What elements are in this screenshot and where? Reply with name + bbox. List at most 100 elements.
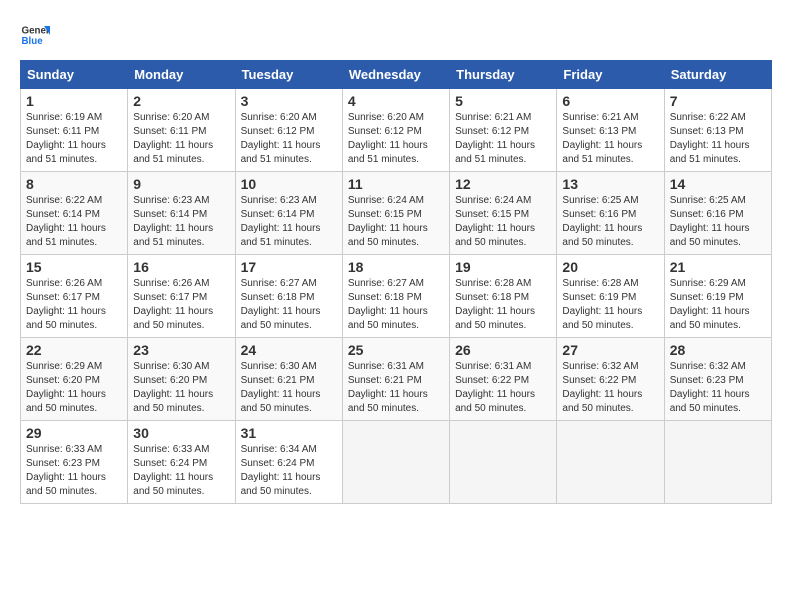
day-number: 31 bbox=[241, 425, 337, 441]
day-info: Sunrise: 6:22 AMSunset: 6:13 PMDaylight:… bbox=[670, 111, 766, 167]
day-info: Sunrise: 6:23 AMSunset: 6:14 PMDaylight:… bbox=[133, 194, 229, 250]
weekday-header-monday: Monday bbox=[128, 61, 235, 89]
day-info: Sunrise: 6:21 AMSunset: 6:13 PMDaylight:… bbox=[562, 111, 658, 167]
day-info: Sunrise: 6:27 AMSunset: 6:18 PMDaylight:… bbox=[241, 277, 337, 333]
day-info: Sunrise: 6:32 AMSunset: 6:22 PMDaylight:… bbox=[562, 360, 658, 416]
calendar-row-2: 8 Sunrise: 6:22 AMSunset: 6:14 PMDaylight… bbox=[21, 172, 772, 255]
day-info: Sunrise: 6:29 AMSunset: 6:19 PMDaylight:… bbox=[670, 277, 766, 333]
day-number: 4 bbox=[348, 93, 444, 109]
day-number: 23 bbox=[133, 342, 229, 358]
calendar-cell: 1 Sunrise: 6:19 AMSunset: 6:11 PMDaylight… bbox=[21, 89, 128, 172]
calendar-cell: 20Sunrise: 6:28 AMSunset: 6:19 PMDayligh… bbox=[557, 255, 664, 338]
day-number: 7 bbox=[670, 93, 766, 109]
calendar-row-4: 22 Sunrise: 6:29 AMSunset: 6:20 PMDayligh… bbox=[21, 338, 772, 421]
calendar-cell: 6Sunrise: 6:21 AMSunset: 6:13 PMDaylight… bbox=[557, 89, 664, 172]
calendar-cell: 10 Sunrise: 6:23 AMSunset: 6:14 PMDayligh… bbox=[235, 172, 342, 255]
calendar-cell: 15 Sunrise: 6:26 AMSunset: 6:17 PMDayligh… bbox=[21, 255, 128, 338]
day-info: Sunrise: 6:29 AMSunset: 6:20 PMDaylight:… bbox=[26, 360, 122, 416]
day-number: 11 bbox=[348, 176, 444, 192]
calendar-cell bbox=[664, 421, 771, 504]
calendar-cell: 16 Sunrise: 6:26 AMSunset: 6:17 PMDayligh… bbox=[128, 255, 235, 338]
calendar-cell: 3 Sunrise: 6:20 AMSunset: 6:12 PMDaylight… bbox=[235, 89, 342, 172]
weekday-header-sunday: Sunday bbox=[21, 61, 128, 89]
day-number: 19 bbox=[455, 259, 551, 275]
calendar-cell: 8 Sunrise: 6:22 AMSunset: 6:14 PMDaylight… bbox=[21, 172, 128, 255]
logo-icon: General Blue bbox=[20, 20, 50, 50]
day-info: Sunrise: 6:24 AMSunset: 6:15 PMDaylight:… bbox=[455, 194, 551, 250]
calendar-cell: 12 Sunrise: 6:24 AMSunset: 6:15 PMDayligh… bbox=[450, 172, 557, 255]
logo: General Blue bbox=[20, 20, 50, 50]
day-number: 17 bbox=[241, 259, 337, 275]
day-info: Sunrise: 6:26 AMSunset: 6:17 PMDaylight:… bbox=[133, 277, 229, 333]
calendar-cell bbox=[342, 421, 449, 504]
day-number: 5 bbox=[455, 93, 551, 109]
calendar-cell: 31Sunrise: 6:34 AMSunset: 6:24 PMDayligh… bbox=[235, 421, 342, 504]
day-info: Sunrise: 6:27 AMSunset: 6:18 PMDaylight:… bbox=[348, 277, 444, 333]
day-number: 28 bbox=[670, 342, 766, 358]
calendar-cell: 17 Sunrise: 6:27 AMSunset: 6:18 PMDayligh… bbox=[235, 255, 342, 338]
day-number: 2 bbox=[133, 93, 229, 109]
day-number: 12 bbox=[455, 176, 551, 192]
day-number: 24 bbox=[241, 342, 337, 358]
day-info: Sunrise: 6:23 AMSunset: 6:14 PMDaylight:… bbox=[241, 194, 337, 250]
svg-text:Blue: Blue bbox=[22, 36, 44, 47]
day-number: 14 bbox=[670, 176, 766, 192]
day-number: 29 bbox=[26, 425, 122, 441]
day-number: 1 bbox=[26, 93, 122, 109]
calendar-cell: 28 Sunrise: 6:32 AMSunset: 6:23 PMDayligh… bbox=[664, 338, 771, 421]
day-info: Sunrise: 6:25 AMSunset: 6:16 PMDaylight:… bbox=[562, 194, 658, 250]
calendar-cell: 21 Sunrise: 6:29 AMSunset: 6:19 PMDayligh… bbox=[664, 255, 771, 338]
calendar-cell: 11 Sunrise: 6:24 AMSunset: 6:15 PMDayligh… bbox=[342, 172, 449, 255]
calendar-cell: 25Sunrise: 6:31 AMSunset: 6:21 PMDayligh… bbox=[342, 338, 449, 421]
calendar-cell: 22 Sunrise: 6:29 AMSunset: 6:20 PMDayligh… bbox=[21, 338, 128, 421]
calendar-table: SundayMondayTuesdayWednesdayThursdayFrid… bbox=[20, 60, 772, 504]
day-info: Sunrise: 6:20 AMSunset: 6:11 PMDaylight:… bbox=[133, 111, 229, 167]
day-info: Sunrise: 6:28 AMSunset: 6:18 PMDaylight:… bbox=[455, 277, 551, 333]
calendar-cell: 2 Sunrise: 6:20 AMSunset: 6:11 PMDaylight… bbox=[128, 89, 235, 172]
calendar-cell: 29 Sunrise: 6:33 AMSunset: 6:23 PMDayligh… bbox=[21, 421, 128, 504]
calendar-cell: 23 Sunrise: 6:30 AMSunset: 6:20 PMDayligh… bbox=[128, 338, 235, 421]
day-number: 8 bbox=[26, 176, 122, 192]
day-info: Sunrise: 6:21 AMSunset: 6:12 PMDaylight:… bbox=[455, 111, 551, 167]
day-number: 16 bbox=[133, 259, 229, 275]
day-number: 22 bbox=[26, 342, 122, 358]
day-info: Sunrise: 6:25 AMSunset: 6:16 PMDaylight:… bbox=[670, 194, 766, 250]
day-info: Sunrise: 6:28 AMSunset: 6:19 PMDaylight:… bbox=[562, 277, 658, 333]
day-number: 30 bbox=[133, 425, 229, 441]
calendar-cell: 26 Sunrise: 6:31 AMSunset: 6:22 PMDayligh… bbox=[450, 338, 557, 421]
day-info: Sunrise: 6:33 AMSunset: 6:23 PMDaylight:… bbox=[26, 443, 122, 499]
calendar-cell: 13 Sunrise: 6:25 AMSunset: 6:16 PMDayligh… bbox=[557, 172, 664, 255]
calendar-cell: 30 Sunrise: 6:33 AMSunset: 6:24 PMDayligh… bbox=[128, 421, 235, 504]
weekday-header-thursday: Thursday bbox=[450, 61, 557, 89]
day-info: Sunrise: 6:26 AMSunset: 6:17 PMDaylight:… bbox=[26, 277, 122, 333]
calendar-cell: 4Sunrise: 6:20 AMSunset: 6:12 PMDaylight… bbox=[342, 89, 449, 172]
day-info: Sunrise: 6:33 AMSunset: 6:24 PMDaylight:… bbox=[133, 443, 229, 499]
calendar-cell: 24Sunrise: 6:30 AMSunset: 6:21 PMDayligh… bbox=[235, 338, 342, 421]
day-number: 3 bbox=[241, 93, 337, 109]
weekday-header-saturday: Saturday bbox=[664, 61, 771, 89]
calendar-cell: 7 Sunrise: 6:22 AMSunset: 6:13 PMDaylight… bbox=[664, 89, 771, 172]
weekday-header-friday: Friday bbox=[557, 61, 664, 89]
weekday-header-row: SundayMondayTuesdayWednesdayThursdayFrid… bbox=[21, 61, 772, 89]
calendar-cell: 19 Sunrise: 6:28 AMSunset: 6:18 PMDayligh… bbox=[450, 255, 557, 338]
weekday-header-tuesday: Tuesday bbox=[235, 61, 342, 89]
day-number: 13 bbox=[562, 176, 658, 192]
day-info: Sunrise: 6:30 AMSunset: 6:20 PMDaylight:… bbox=[133, 360, 229, 416]
day-number: 21 bbox=[670, 259, 766, 275]
calendar-cell: 27Sunrise: 6:32 AMSunset: 6:22 PMDayligh… bbox=[557, 338, 664, 421]
day-number: 10 bbox=[241, 176, 337, 192]
calendar-cell: 9Sunrise: 6:23 AMSunset: 6:14 PMDaylight… bbox=[128, 172, 235, 255]
calendar-row-1: 1 Sunrise: 6:19 AMSunset: 6:11 PMDaylight… bbox=[21, 89, 772, 172]
day-info: Sunrise: 6:31 AMSunset: 6:22 PMDaylight:… bbox=[455, 360, 551, 416]
day-number: 18 bbox=[348, 259, 444, 275]
day-number: 26 bbox=[455, 342, 551, 358]
day-info: Sunrise: 6:24 AMSunset: 6:15 PMDaylight:… bbox=[348, 194, 444, 250]
day-info: Sunrise: 6:22 AMSunset: 6:14 PMDaylight:… bbox=[26, 194, 122, 250]
day-info: Sunrise: 6:20 AMSunset: 6:12 PMDaylight:… bbox=[241, 111, 337, 167]
weekday-header-wednesday: Wednesday bbox=[342, 61, 449, 89]
day-number: 15 bbox=[26, 259, 122, 275]
calendar-cell: 5 Sunrise: 6:21 AMSunset: 6:12 PMDaylight… bbox=[450, 89, 557, 172]
day-info: Sunrise: 6:19 AMSunset: 6:11 PMDaylight:… bbox=[26, 111, 122, 167]
day-info: Sunrise: 6:32 AMSunset: 6:23 PMDaylight:… bbox=[670, 360, 766, 416]
calendar-cell bbox=[450, 421, 557, 504]
